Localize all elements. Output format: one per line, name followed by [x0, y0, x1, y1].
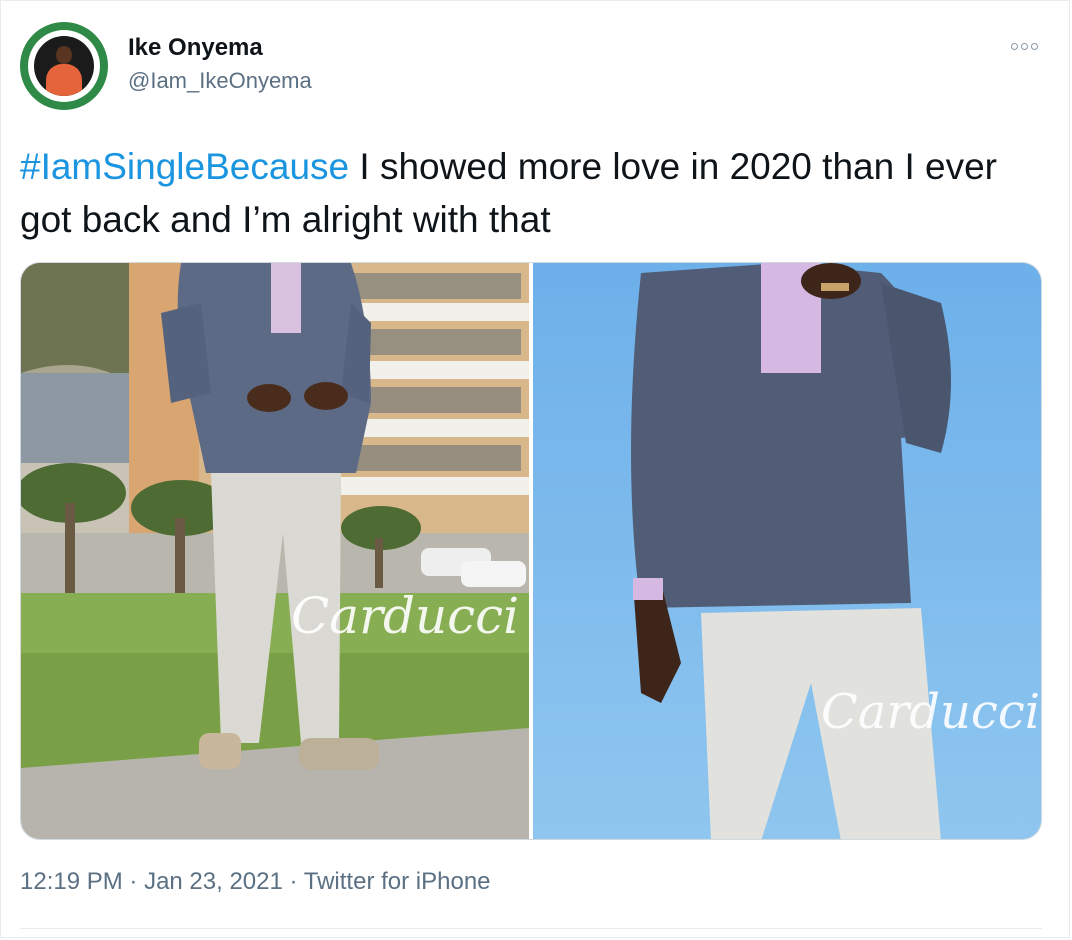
tweet-media[interactable]: Carducci Carducci [20, 262, 1042, 840]
more-dot [1010, 42, 1018, 50]
avatar-photo [34, 36, 94, 96]
media-photo-left[interactable]: Carducci [21, 263, 529, 840]
tweet-meta: 12:19 PM · Jan 23, 2021 · Twitter for iP… [20, 868, 491, 896]
author-handle[interactable]: @Iam_IkeOnyema [128, 68, 312, 94]
avatar-body [46, 64, 82, 96]
more-options-icon[interactable] [1006, 38, 1042, 54]
media-photo-right[interactable]: Carducci [533, 263, 1042, 840]
avatar-head [56, 46, 72, 64]
meta-separator: · [282, 868, 304, 895]
tweet-text: #IamSingleBecause I showed more love in … [20, 140, 1030, 246]
tweet-source[interactable]: Twitter for iPhone [304, 868, 491, 895]
author-name[interactable]: Ike Onyema [128, 34, 263, 62]
tweet-date[interactable]: Jan 23, 2021 [144, 868, 283, 895]
author-avatar[interactable] [20, 22, 108, 110]
watermark-right: Carducci [821, 684, 1040, 740]
more-dot [1030, 42, 1038, 50]
divider [20, 928, 1042, 929]
tweet-time[interactable]: 12:19 PM [20, 868, 123, 895]
more-dot [1020, 42, 1028, 50]
watermark-left: Carducci [291, 587, 519, 645]
meta-separator: · [122, 868, 145, 895]
hashtag-link[interactable]: #IamSingleBecause [20, 146, 349, 187]
